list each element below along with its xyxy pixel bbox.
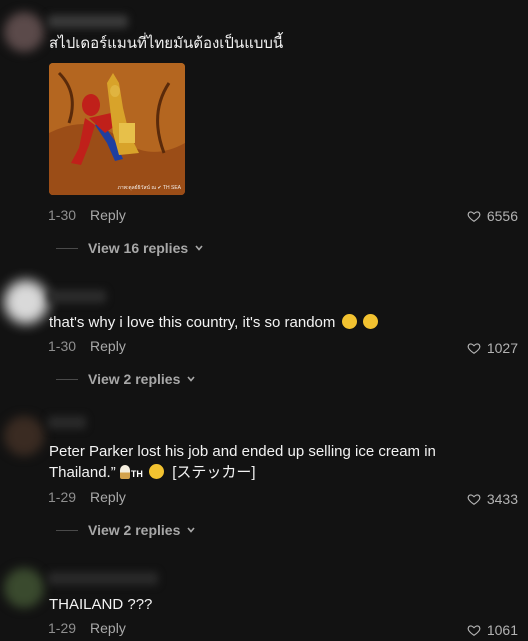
divider <box>56 247 78 249</box>
ice-cream-emoji-icon <box>119 465 130 479</box>
chevron-down-icon <box>187 527 195 533</box>
comment-item: THAILAND ??? 1-29 Reply 1061 <box>0 560 528 641</box>
comment-image[interactable]: ภาพ:ตุลย์ธิวัสน์ ณ ✔ TH SEA <box>49 63 185 195</box>
like-count: 3433 <box>486 491 518 507</box>
comment-meta: 1-29 Reply <box>48 620 126 636</box>
chevron-down-icon <box>195 245 203 251</box>
like-count: 1061 <box>486 622 518 638</box>
divider <box>56 378 78 380</box>
reply-button[interactable]: Reply <box>90 620 126 636</box>
avatar[interactable] <box>4 416 44 456</box>
view-replies-label: View 16 replies <box>88 240 189 256</box>
heart-outline-icon <box>467 494 481 505</box>
laughing-emoji-icon <box>149 464 165 479</box>
username-blurred[interactable] <box>48 15 128 28</box>
like-button[interactable]: 1061 <box>467 622 518 638</box>
comment-meta: 1-30 Reply <box>48 207 126 223</box>
view-replies-button[interactable]: View 2 replies <box>56 522 196 538</box>
comment-text: that's why i love this country, it's so … <box>49 312 479 333</box>
divider <box>56 529 78 531</box>
comment-meta: 1-30 Reply <box>48 338 126 354</box>
heart-outline-icon <box>467 211 481 222</box>
heart-outline-icon <box>467 625 481 636</box>
comment-item: Peter Parker lost his job and ended up s… <box>0 400 528 560</box>
comment-date: 1-29 <box>48 620 77 636</box>
reply-button[interactable]: Reply <box>90 207 126 223</box>
avatar[interactable] <box>4 280 48 324</box>
avatar[interactable] <box>4 568 44 608</box>
comment-date: 1-30 <box>48 207 77 223</box>
laughing-emoji-icon <box>341 314 357 329</box>
comment-text: สไปเดอร์แมนที่ไทยมันต้องเป็นแบบนี้ <box>49 35 284 52</box>
laughing-emoji-icon <box>362 314 378 329</box>
view-replies-label: View 2 replies <box>88 522 181 538</box>
heart-outline-icon <box>467 343 481 354</box>
chevron-down-icon <box>187 376 195 382</box>
comment-item: that's why i love this country, it's so … <box>0 270 528 400</box>
username-blurred[interactable] <box>48 290 106 303</box>
like-count: 6556 <box>486 208 518 224</box>
like-count: 1027 <box>486 340 518 356</box>
comment-text: Peter Parker lost his job and ended up s… <box>49 443 436 481</box>
reply-button[interactable]: Reply <box>90 489 126 505</box>
like-button[interactable]: 3433 <box>467 491 518 507</box>
comment-date: 1-30 <box>48 338 77 354</box>
comment-item: สไปเดอร์แมนที่ไทยมันต้องเป็นแบบนี้ ภาพ:ต… <box>0 0 528 270</box>
like-button[interactable]: 1027 <box>467 340 518 356</box>
like-button[interactable]: 6556 <box>467 208 518 224</box>
avatar[interactable] <box>4 12 44 52</box>
image-watermark: ภาพ:ตุลย์ธิวัสน์ ณ ✔ TH SEA <box>117 185 181 191</box>
view-replies-button[interactable]: View 16 replies <box>56 240 204 256</box>
username-blurred[interactable] <box>48 572 158 585</box>
comment-text: THAILAND ??? <box>49 596 153 613</box>
view-replies-label: View 2 replies <box>88 371 181 387</box>
comment-date: 1-29 <box>48 489 77 505</box>
view-replies-button[interactable]: View 2 replies <box>56 371 196 387</box>
username-blurred[interactable] <box>48 416 86 429</box>
comment-meta: 1-29 Reply <box>48 489 126 505</box>
reply-button[interactable]: Reply <box>90 338 126 354</box>
